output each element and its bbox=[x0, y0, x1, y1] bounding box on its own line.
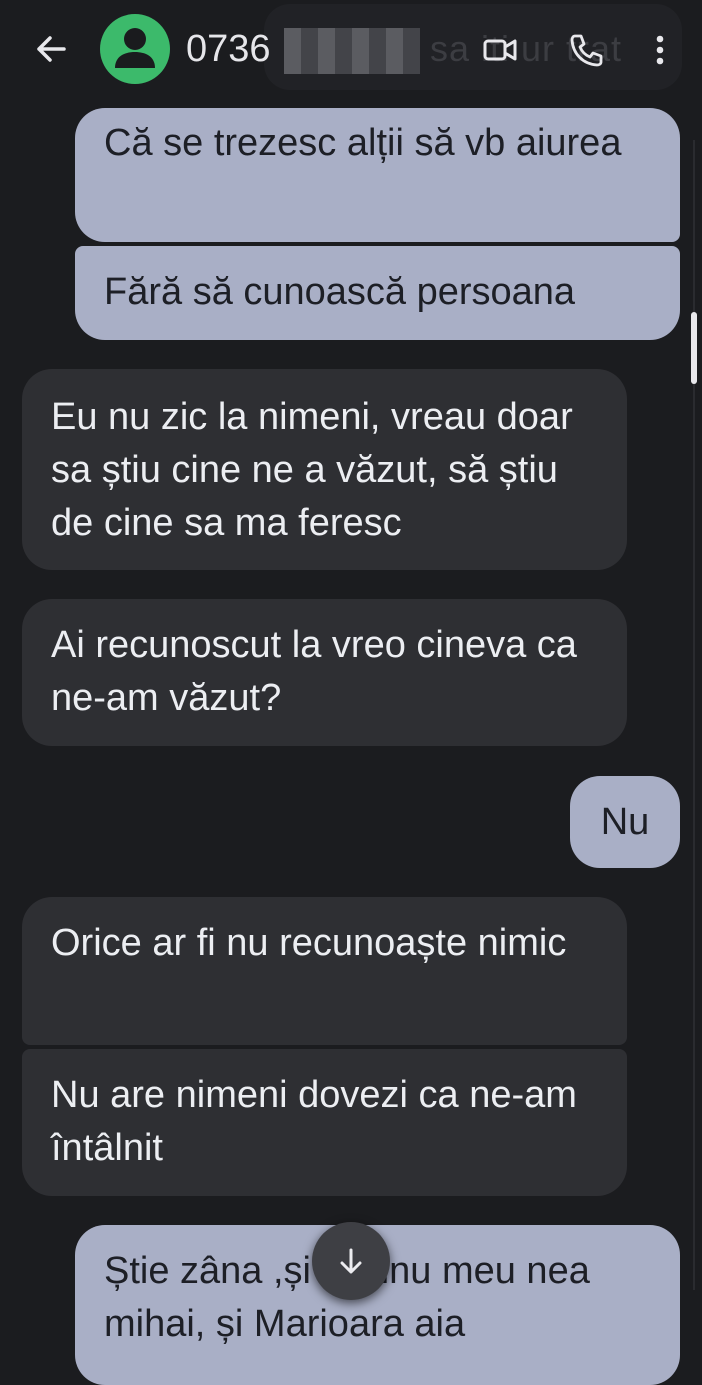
message-incoming[interactable]: Orice ar fi nu recunoaște nimic bbox=[22, 897, 627, 1045]
phone-icon[interactable] bbox=[566, 30, 606, 70]
person-icon bbox=[115, 28, 155, 68]
contact-title[interactable]: 0736 bbox=[186, 28, 271, 71]
message-text: Nu bbox=[600, 801, 650, 843]
message-text: Nu are nimeni dovezi ca ne-am întâlnit bbox=[51, 1074, 577, 1169]
top-app-bar: sa iti ur trat 0736 bbox=[0, 0, 702, 100]
contact-avatar[interactable] bbox=[100, 14, 170, 84]
message-text: Fără să cunoască persoana bbox=[104, 271, 576, 313]
message-outgoing[interactable]: Fără să cunoască persoana bbox=[75, 246, 680, 340]
message-incoming[interactable]: Ai recunoscut la vreo cineva ca ne-am vă… bbox=[22, 599, 627, 746]
arrow-down-icon bbox=[340, 1248, 362, 1274]
redacted-number bbox=[284, 28, 420, 74]
message-incoming[interactable]: Eu nu zic la nimeni, vreau doar sa știu … bbox=[22, 369, 627, 570]
scroll-to-bottom-button[interactable] bbox=[312, 1222, 390, 1300]
more-vert-icon[interactable] bbox=[645, 30, 675, 70]
message-outgoing[interactable]: Că se trezesc alții să vb aiurea bbox=[75, 108, 680, 242]
video-call-icon[interactable] bbox=[480, 30, 520, 70]
arrow-left-icon[interactable] bbox=[30, 28, 72, 70]
message-text: Ai recunoscut la vreo cineva ca ne-am vă… bbox=[51, 624, 577, 719]
message-incoming[interactable]: Nu are nimeni dovezi ca ne-am întâlnit bbox=[22, 1049, 627, 1196]
message-text: Că se trezesc alții să vb aiurea bbox=[104, 122, 622, 164]
message-text: Eu nu zic la nimeni, vreau doar sa știu … bbox=[51, 396, 573, 544]
scrollbar-thumb[interactable] bbox=[691, 312, 697, 384]
message-text: Orice ar fi nu recunoaște nimic bbox=[51, 922, 567, 964]
message-outgoing[interactable]: Nu bbox=[570, 776, 680, 868]
